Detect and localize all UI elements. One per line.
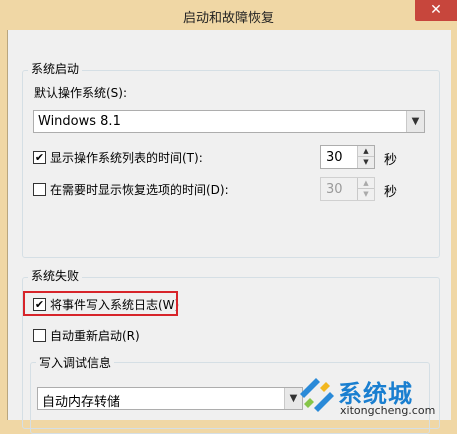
show-os-list-unit: 秒	[384, 153, 398, 168]
show-os-list-time-spinner[interactable]: 30 ▲ ▼	[320, 145, 375, 169]
system-startup-group-label: 系统启动	[28, 62, 83, 76]
default-os-value: Windows 8.1	[38, 114, 121, 129]
auto-restart-checkbox[interactable]	[33, 329, 46, 342]
show-os-list-checkbox[interactable]: ✔	[33, 151, 46, 164]
xitongcheng-logo-icon	[300, 378, 334, 412]
system-failure-group-label: 系统失败	[28, 269, 83, 283]
show-recovery-time-value: 30	[326, 182, 343, 197]
show-os-list-label: 显示操作系统列表的时间(T):	[50, 151, 203, 165]
default-os-select[interactable]: Windows 8.1 ▼	[33, 110, 425, 133]
window-title: 启动和故障恢复	[182, 11, 274, 26]
auto-restart-label: 自动重新启动(R)	[50, 329, 140, 343]
close-button[interactable]: ✕	[415, 0, 457, 21]
spin-down-icon[interactable]: ▼	[357, 157, 374, 168]
spin-up-icon: ▲	[357, 178, 374, 189]
debug-info-value: 自动内存转储	[42, 395, 121, 410]
debug-info-select[interactable]: 自动内存转储 ▼	[37, 387, 303, 410]
chevron-down-icon[interactable]: ▼	[406, 111, 424, 132]
show-os-list-time-value: 30	[326, 150, 343, 165]
spin-down-icon: ▼	[357, 189, 374, 200]
highlight-box	[23, 291, 178, 316]
spin-up-icon[interactable]: ▲	[357, 146, 374, 157]
show-recovery-time-spinner: 30 ▲ ▼	[320, 177, 375, 201]
default-os-label: 默认操作系统(S):	[34, 86, 128, 100]
show-recovery-checkbox[interactable]	[33, 183, 46, 196]
watermark-url: xitongcheng.com	[340, 404, 436, 417]
watermark: 系统城 xitongcheng.com	[296, 372, 457, 420]
title-bar: 启动和故障恢复 ✕	[0, 0, 457, 30]
show-recovery-label: 在需要时显示恢复选项的时间(D):	[50, 183, 229, 197]
show-recovery-unit: 秒	[384, 185, 398, 200]
debug-info-group-label: 写入调试信息	[36, 356, 115, 370]
